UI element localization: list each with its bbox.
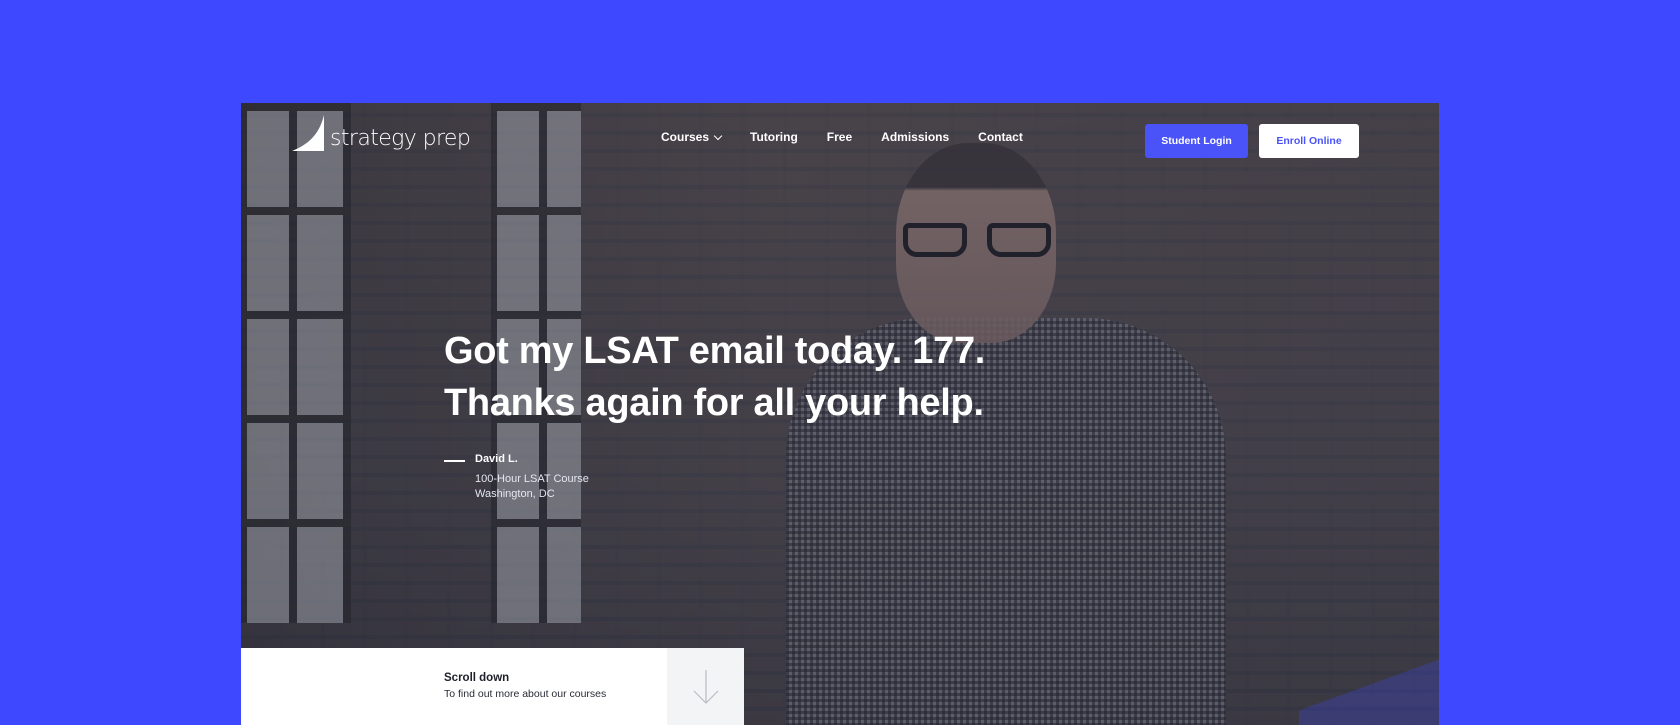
scroll-down-title: Scroll down [444,672,510,684]
scroll-down-button[interactable] [667,648,744,725]
brand-logo[interactable]: strategy prep [286,111,471,155]
attribution-course: 100-Hour LSAT Course [475,473,589,485]
enroll-online-button[interactable]: Enroll Online [1259,124,1359,158]
nav-contact[interactable]: Contact [978,130,1023,144]
student-login-button[interactable]: Student Login [1145,124,1248,158]
brand-name: strategy prep [330,125,471,151]
nav-courses-label: Courses [661,130,710,144]
sail-logo-icon [292,115,324,151]
main-nav: Courses Tutoring Free Admissions Contact [661,130,1052,144]
hero-quote-line-1: Got my LSAT email today. 177. [444,330,986,372]
corner-accent [1299,645,1439,725]
attribution-dash [444,460,465,462]
arrow-down-icon [693,669,718,704]
hero-quote: Got my LSAT email today. 177. Thanks aga… [444,325,1064,429]
attribution-location: Washington, DC [475,488,555,500]
nav-tutoring[interactable]: Tutoring [750,130,798,144]
nav-admissions[interactable]: Admissions [881,130,949,144]
scroll-down-subtitle: To find out more about our courses [444,688,607,700]
nav-free[interactable]: Free [827,130,852,144]
site-header: strategy prep Courses Tutoring Free Admi… [241,103,1439,178]
chevron-down-icon [713,131,723,140]
nav-courses[interactable]: Courses [661,130,723,144]
scroll-down-panel[interactable]: Scroll down To find out more about our c… [241,648,744,725]
hero-frame: strategy prep Courses Tutoring Free Admi… [241,103,1439,725]
hero-quote-line-2: Thanks again for all your help. [444,382,984,424]
attribution-author: David L. [475,453,518,465]
